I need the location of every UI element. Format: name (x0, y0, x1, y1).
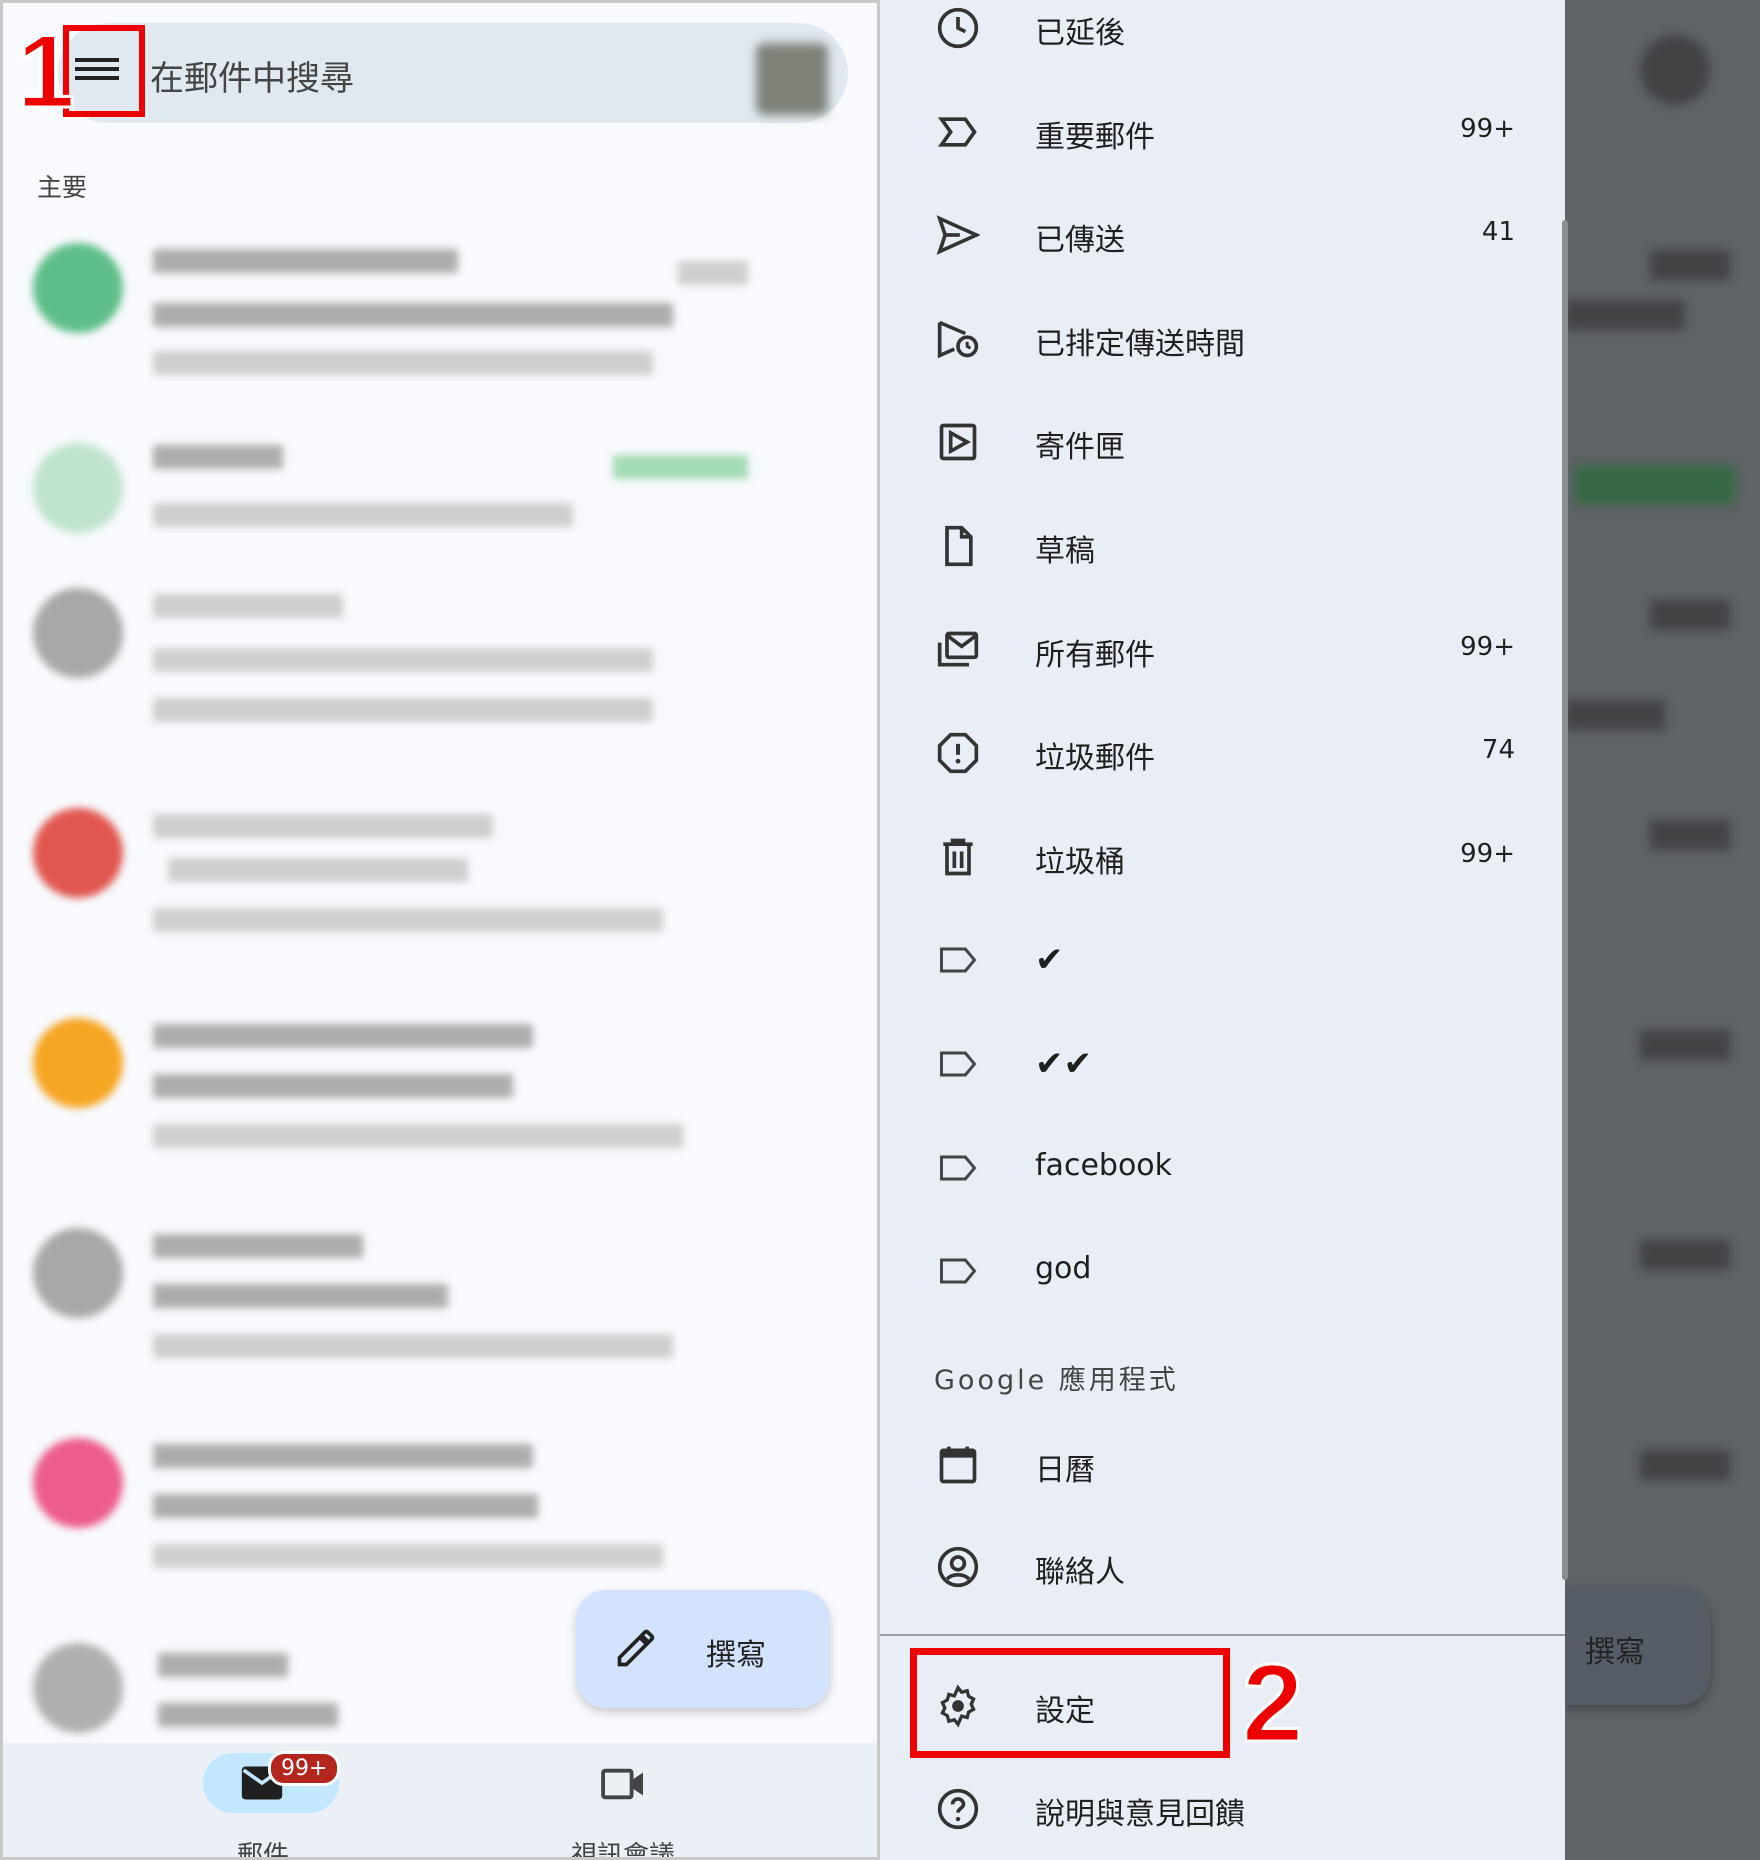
compose-label: 撰寫 (706, 1638, 766, 1673)
drawer-item-label: ✔ (1035, 940, 1064, 981)
drawer-item-count: 99+ (1460, 838, 1515, 869)
drawer-item-label: facebook (1035, 1147, 1173, 1183)
email-row[interactable] (28, 243, 868, 393)
highlight-box-step2 (910, 1648, 1230, 1758)
nav-meet-label: 視訊會議 (570, 1841, 675, 1860)
avatar (33, 1228, 123, 1318)
navigation-drawer: 已延後重要郵件 99+ 已傳送 41 已排定傳送時間 寄件匣草稿所有郵件 99+ 垃圾郵件 74… (880, 0, 1565, 1860)
drawer-item-count: 74 (1481, 735, 1515, 766)
drawer-item-label: 說明與意見回饋 (1035, 1797, 1245, 1832)
drawer-item-count: 99+ (1460, 113, 1515, 144)
drawer-item-label: 垃圾郵件 (1035, 741, 1155, 777)
important-icon (937, 116, 977, 147)
clock-icon (937, 7, 979, 49)
step-number-2: 2 (1240, 1641, 1304, 1767)
scheduled-send-icon (937, 320, 979, 359)
drawer-item-label: 草稿 (1035, 534, 1095, 569)
avatar (33, 1643, 123, 1733)
label-icon (940, 947, 977, 973)
section-label: 主要 (37, 173, 88, 202)
email-row[interactable] (28, 808, 868, 958)
drawer-item-label[interactable]: facebook (880, 1120, 1565, 1216)
drawer-item-help[interactable]: 說明與意見回饋 (880, 1761, 1565, 1857)
drawer-item-label: 寄件匣 (1035, 430, 1125, 466)
drawer-item-contacts[interactable]: 聯絡人 (880, 1519, 1565, 1615)
email-row[interactable] (28, 1018, 868, 1168)
label-icon (940, 1051, 977, 1077)
drawer-item-important[interactable]: 重要郵件 99+ (880, 84, 1565, 180)
nav-mail-label: 郵件 (236, 1841, 289, 1860)
calendar-icon (939, 1446, 977, 1484)
drawer-item-label: 已延後 (1035, 16, 1125, 51)
drawer-item-spam[interactable]: 垃圾郵件 74 (880, 705, 1565, 801)
help-icon (937, 1788, 979, 1830)
highlight-box-step1 (63, 25, 145, 117)
all-mail-icon (937, 631, 979, 667)
trash-icon (943, 838, 973, 876)
drawer-item-label: 聯絡人 (1035, 1555, 1125, 1590)
avatar (33, 808, 123, 898)
compose-button[interactable]: 撰寫 (576, 1590, 830, 1708)
drawer-item-label[interactable]: ✔✔ (880, 1016, 1565, 1112)
drawer-item-label: 重要郵件 (1035, 119, 1155, 155)
step-number-1: 1 (16, 13, 77, 132)
drawer-item-label: 垃圾桶 (1035, 844, 1125, 880)
drawer-item-label: 已排定傳送時間 (1035, 326, 1245, 362)
drawer-item-calendar[interactable]: 日曆 (880, 1417, 1565, 1513)
drawer-item-all-mail[interactable]: 所有郵件 99+ (880, 602, 1565, 698)
label-icon (940, 1258, 977, 1284)
drawer-item-count: 99+ (1460, 631, 1515, 662)
google-apps-header: Google 應用程式 (934, 1365, 1179, 1396)
send-icon (936, 215, 980, 256)
drawer-item-trash[interactable]: 垃圾桶 99+ (880, 809, 1565, 905)
drawer-item-outbox[interactable]: 寄件匣 (880, 394, 1565, 490)
drawer-item-label[interactable]: ✔ (880, 912, 1565, 1008)
compose-button-dimmed: 撰寫 (1565, 1587, 1710, 1705)
avatar (33, 1018, 123, 1108)
drawer-item-label: 日曆 (1035, 1453, 1095, 1488)
avatar (33, 1438, 123, 1528)
drawer-item-send[interactable]: 已傳送 41 (880, 187, 1565, 283)
nav-mail[interactable]: 99+ 郵件 (113, 1743, 413, 1860)
drawer-item-label: 已傳送 (1035, 223, 1125, 259)
scrollbar[interactable] (1562, 220, 1568, 1580)
outbox-icon (939, 424, 977, 461)
email-row[interactable] (28, 443, 868, 593)
drawer-item-label[interactable]: god (880, 1223, 1565, 1319)
search-placeholder: 在郵件中搜尋 (150, 59, 354, 99)
search-bar[interactable]: 在郵件中搜尋 (58, 23, 848, 123)
drawer-item-clock[interactable]: 已延後 (880, 0, 1565, 76)
drawer-item-label: 所有郵件 (1035, 637, 1155, 673)
drawer-scrim[interactable]: 撰寫 (1565, 0, 1760, 1860)
divider (880, 1634, 1565, 1636)
drawer-item-label: ✔✔ (1035, 1044, 1092, 1084)
email-row[interactable] (28, 1228, 868, 1378)
compose-label-dimmed: 撰寫 (1585, 1635, 1645, 1670)
drawer-item-label: god (1035, 1251, 1092, 1287)
email-row[interactable] (28, 588, 868, 738)
avatar (33, 443, 123, 533)
drawer-item-count: 41 (1481, 217, 1515, 248)
pencil-icon (617, 1629, 655, 1667)
label-icon (940, 1155, 977, 1181)
nav-meet[interactable]: 視訊會議 (473, 1743, 773, 1860)
avatar (33, 588, 123, 678)
contacts-icon (937, 1546, 979, 1588)
mail-badge: 99+ (268, 1751, 341, 1786)
drawer-item-draft[interactable]: 草稿 (880, 498, 1565, 594)
email-row[interactable] (28, 1438, 868, 1588)
avatar (33, 243, 123, 333)
video-camera-icon (601, 1768, 643, 1800)
bottom-nav: 99+ 郵件 視訊會議 (3, 1743, 877, 1860)
drawer-item-scheduled-send[interactable]: 已排定傳送時間 (880, 291, 1565, 387)
spam-icon (937, 733, 979, 774)
draft-icon (945, 525, 973, 567)
inbox-panel: 在郵件中搜尋 1 主要 撰寫 99+ 郵件 視訊會議 (0, 0, 880, 1860)
account-avatar[interactable] (756, 43, 828, 115)
